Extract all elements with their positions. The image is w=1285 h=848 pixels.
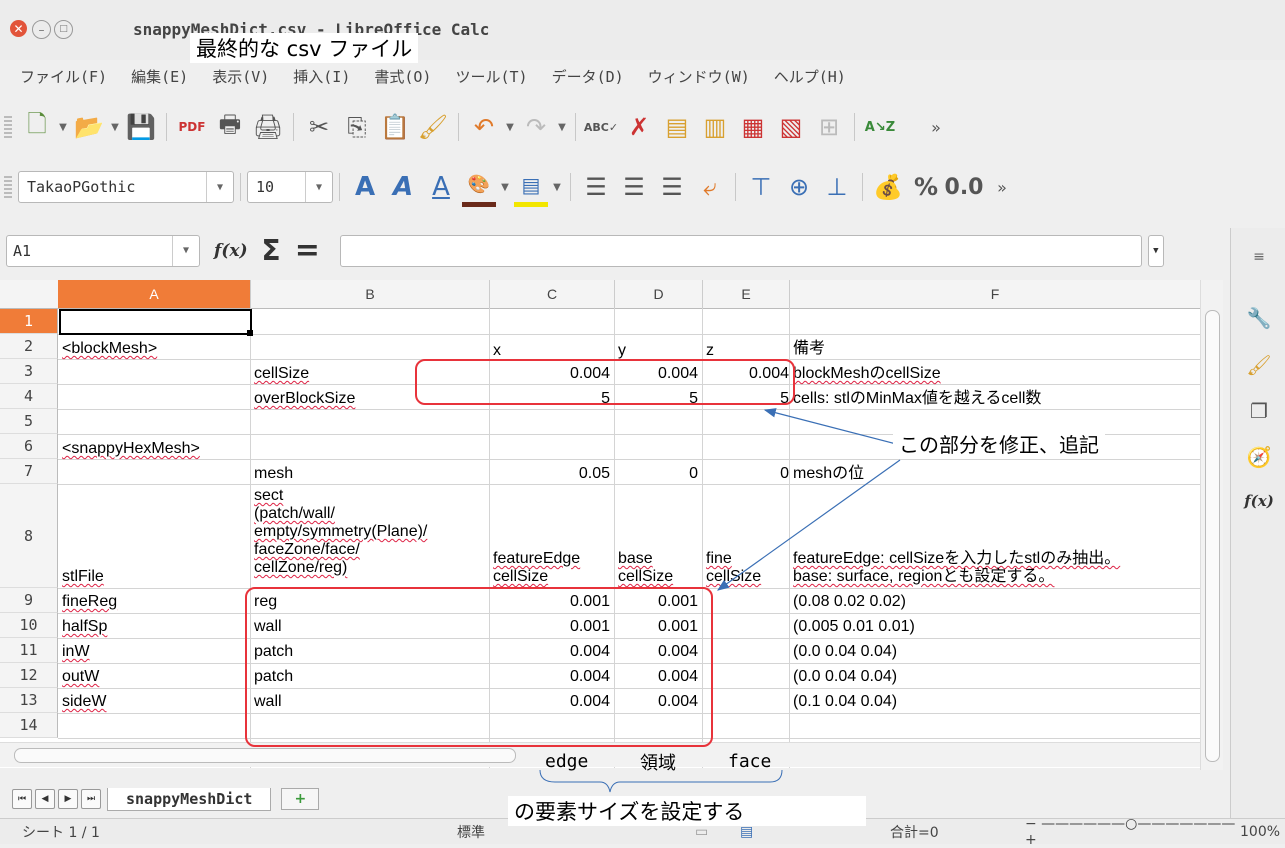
label-face: face — [728, 751, 772, 772]
label-edge: edge — [545, 751, 589, 772]
label-region: 領域 — [640, 753, 676, 774]
arrow-to-top-box — [763, 408, 901, 446]
modify-note: この部分を修正、追記 — [893, 429, 1105, 458]
size-note: の要素サイズを設定する — [508, 796, 866, 826]
arrow-to-bottom-box — [717, 459, 901, 591]
annotation-arrows — [539, 408, 901, 793]
